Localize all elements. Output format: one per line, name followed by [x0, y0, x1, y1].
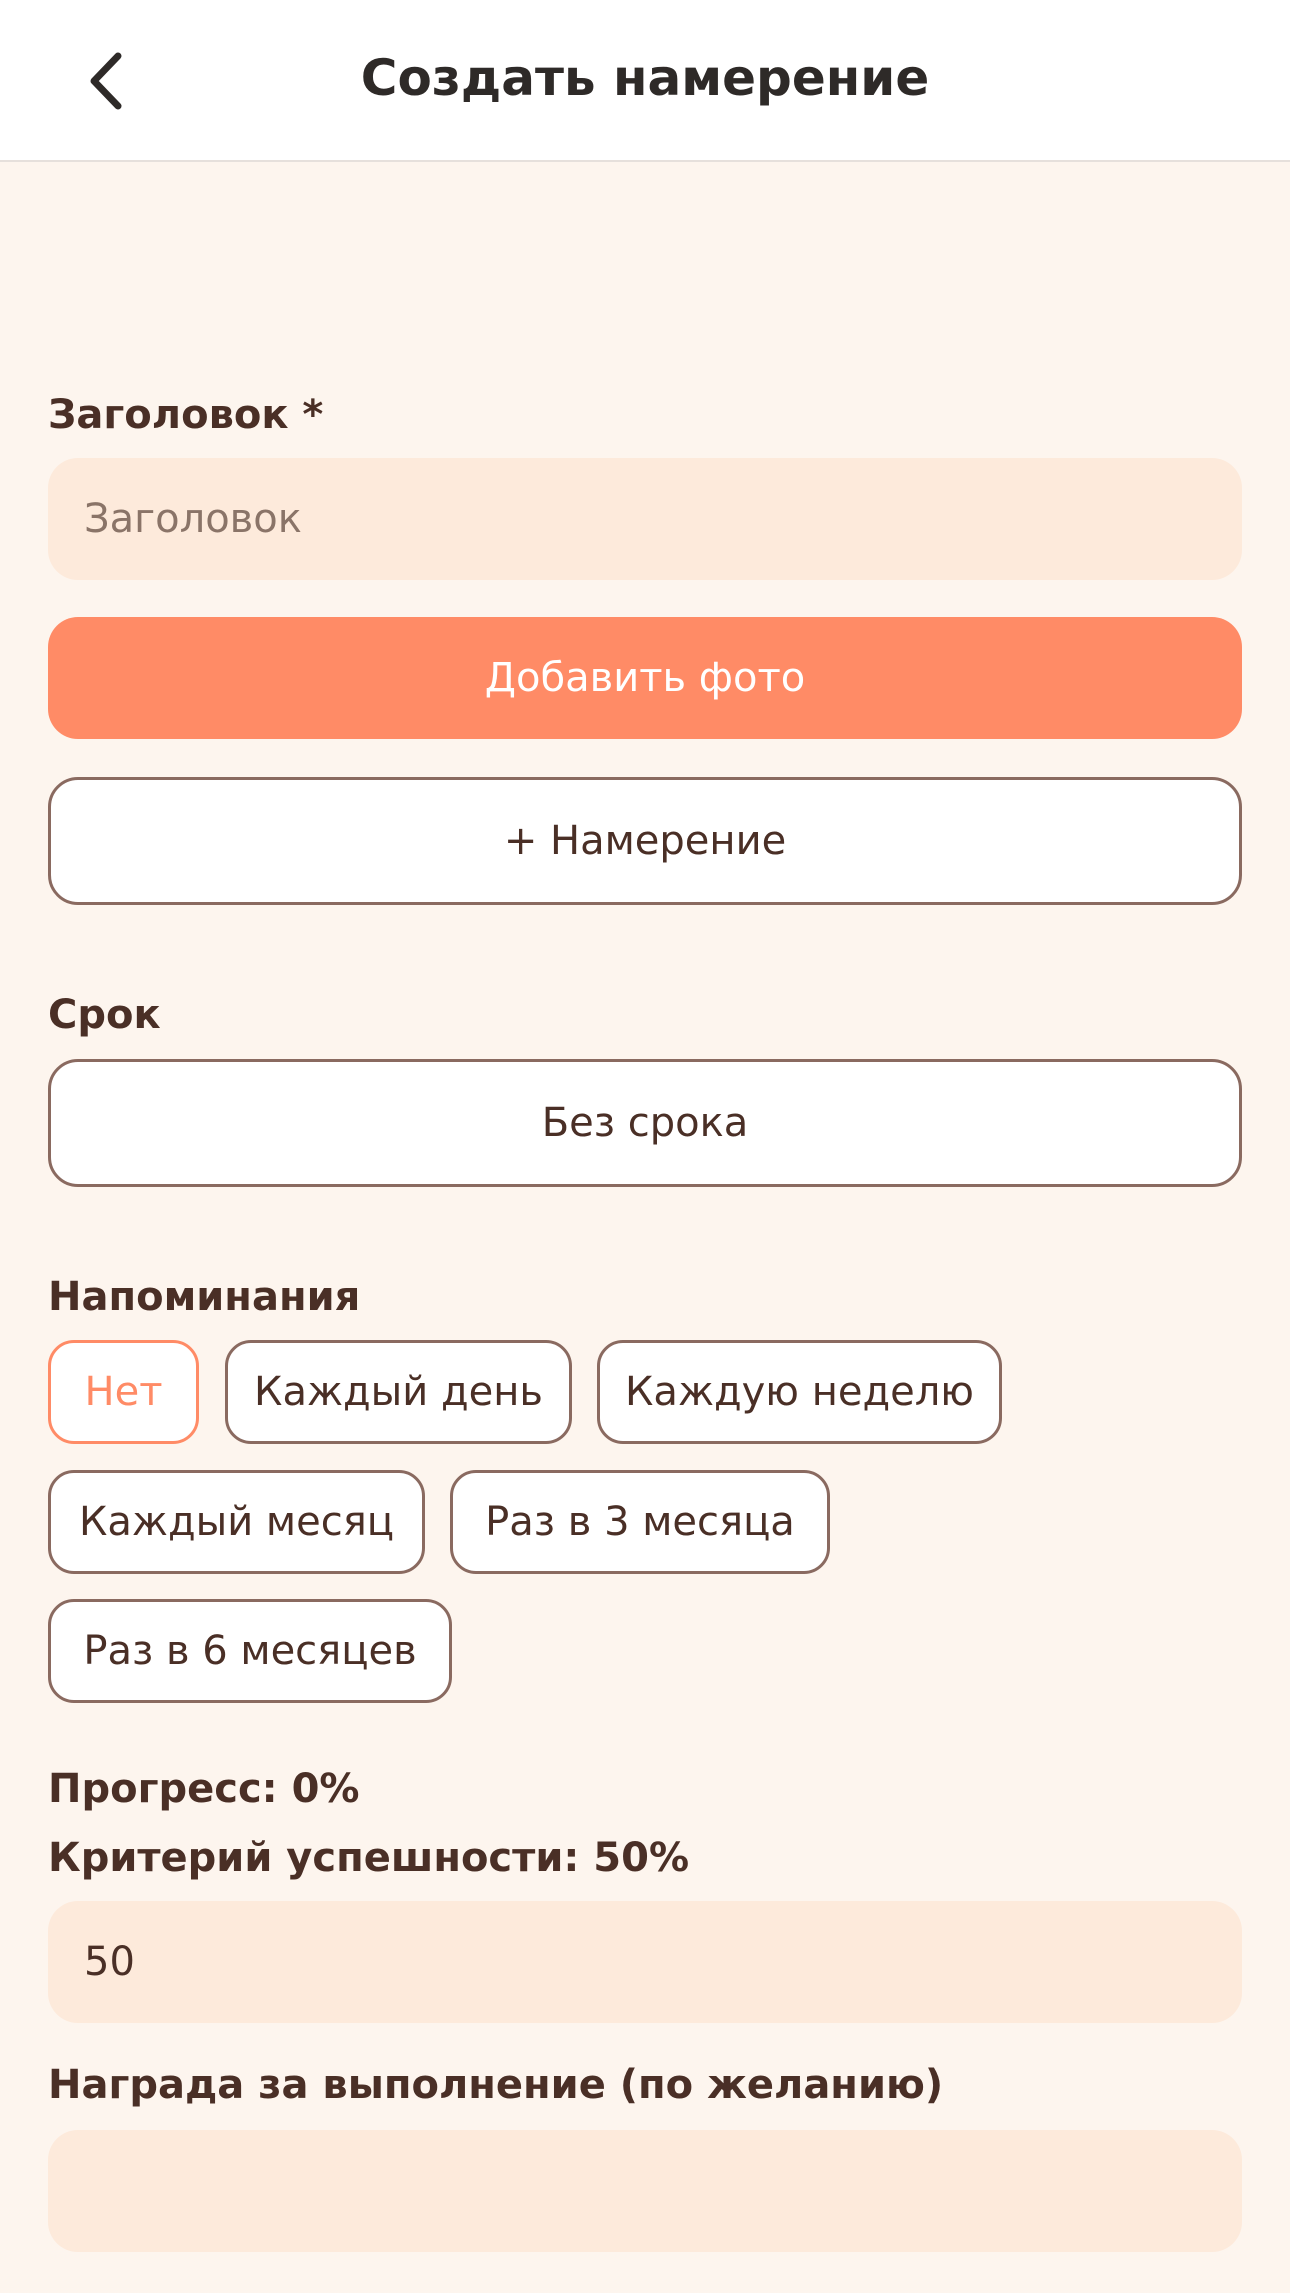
page-title: Создать намерение [360, 49, 930, 107]
add-intention-button[interactable]: + Намерение [48, 777, 1242, 905]
reward-label: Награда за выполнение (по желанию) [48, 2062, 944, 2108]
header-bar: Создать намерение [0, 0, 1290, 162]
title-input[interactable] [48, 458, 1242, 580]
reminder-chip-monthly[interactable]: Каждый месяц [48, 1470, 425, 1574]
reward-input[interactable] [48, 2130, 1242, 2252]
add-photo-button[interactable]: Добавить фото [48, 617, 1242, 739]
deadline-label: Срок [48, 992, 161, 1038]
reminder-chip-6-months[interactable]: Раз в 6 месяцев [48, 1599, 452, 1703]
reminder-chip-none[interactable]: Нет [48, 1340, 199, 1444]
deadline-select-button[interactable]: Без срока [48, 1059, 1242, 1187]
success-criterion-input[interactable] [48, 1901, 1242, 2023]
title-label: Заголовок * [48, 392, 324, 438]
progress-label: Прогресс: 0% [48, 1766, 360, 1812]
reminders-label: Напоминания [48, 1274, 361, 1320]
reminder-chip-weekly[interactable]: Каждую неделю [597, 1340, 1002, 1444]
reminder-chip-3-months[interactable]: Раз в 3 месяца [450, 1470, 830, 1574]
success-criterion-label: Критерий успешности: 50% [48, 1835, 690, 1881]
reminder-chip-daily[interactable]: Каждый день [225, 1340, 572, 1444]
